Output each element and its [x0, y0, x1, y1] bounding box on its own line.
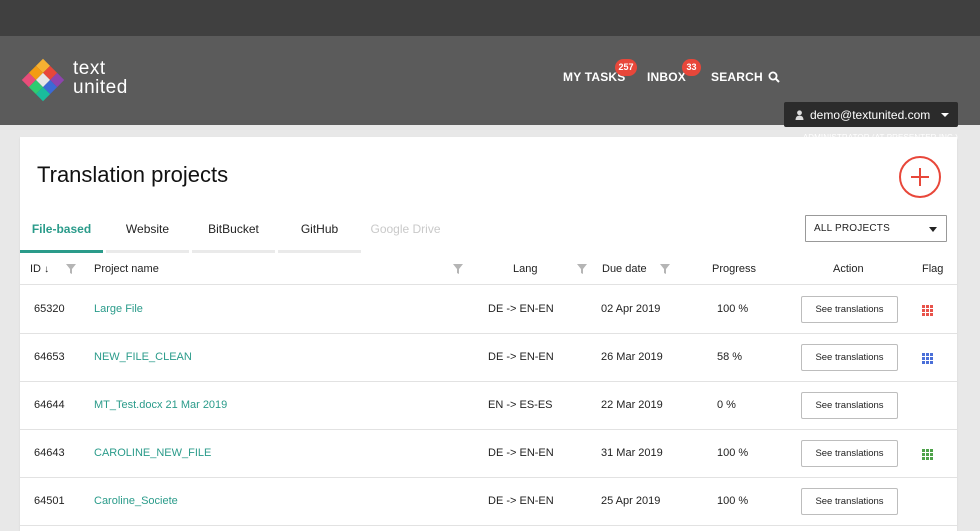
project-due-date: 22 Mar 2019: [601, 399, 663, 411]
flag-grid-icon[interactable]: [922, 449, 933, 460]
project-progress: 0 %: [717, 399, 736, 411]
header-progress: Progress: [712, 263, 757, 275]
header-action: Action: [833, 263, 864, 275]
tab-bitbucket[interactable]: BitBucket: [192, 221, 275, 253]
project-progress: 100 %: [717, 447, 749, 459]
project-id: 64643: [34, 447, 65, 459]
project-lang: DE -> EN-EN: [488, 447, 554, 459]
textunited-logo-icon[interactable]: [20, 57, 66, 103]
inbox-count-badge: 33: [682, 59, 701, 76]
search-icon: [768, 71, 780, 83]
projects-card: Translation projects File-based Website …: [20, 137, 957, 531]
page-title: Translation projects: [37, 162, 229, 187]
project-id: 64644: [34, 399, 65, 411]
chevron-down-icon: [941, 113, 949, 117]
nav-search[interactable]: SEARCH: [711, 70, 780, 84]
flag-grid-icon[interactable]: [922, 353, 933, 364]
see-translations-button[interactable]: See translations: [801, 392, 898, 419]
see-translations-button[interactable]: See translations: [801, 440, 898, 467]
project-lang: DE -> EN-EN: [488, 303, 554, 315]
project-id: 64501: [34, 495, 65, 507]
header-flag: Flag: [922, 263, 944, 275]
tab-file-based[interactable]: File-based: [20, 221, 103, 253]
chevron-down-icon: [929, 227, 937, 232]
see-translations-button[interactable]: See translations: [801, 344, 898, 371]
project-due-date: 31 Mar 2019: [601, 447, 663, 459]
table-row: 65320 Large File DE -> EN-EN 02 Apr 2019 100…: [20, 286, 957, 334]
project-progress: 58 %: [717, 351, 743, 363]
filter-funnel-icon[interactable]: [660, 264, 670, 274]
tab-label: Google Drive: [370, 222, 441, 236]
tab-label: GitHub: [300, 222, 339, 236]
header-id[interactable]: ID ↓: [30, 263, 49, 275]
user-icon: [795, 109, 804, 120]
project-filter-value: ALL PROJECTS: [814, 223, 890, 234]
see-translations-button[interactable]: See translations: [801, 296, 898, 323]
app-header: text united MY TASKS INBOX SEARCH demo@t…: [0, 36, 980, 142]
project-due-date: 25 Apr 2019: [601, 495, 661, 507]
project-name-link[interactable]: MT_Test.docx 21 Mar 2019: [94, 399, 227, 411]
brand-wordmark[interactable]: text united: [73, 59, 128, 97]
tab-website[interactable]: Website: [106, 221, 189, 253]
table-header: ID ↓ Project name Lang Due date Progress…: [20, 253, 957, 285]
tab-label: File-based: [31, 222, 92, 236]
project-name-link[interactable]: Caroline_Societe: [94, 495, 178, 507]
project-id: 64653: [34, 351, 65, 363]
project-name-link[interactable]: Large File: [94, 303, 143, 315]
table-row: 64644 MT_Test.docx 21 Mar 2019 EN -> ES-ES…: [20, 382, 957, 430]
user-email: demo@textunited.com: [810, 107, 931, 122]
brand-line-1: text: [73, 58, 106, 79]
project-lang: DE -> EN-EN: [488, 351, 554, 363]
brand-line-2: united: [73, 77, 128, 98]
project-progress: 100 %: [717, 495, 749, 507]
tasks-count-badge: 257: [615, 59, 637, 76]
tab-google-drive: Google Drive: [364, 221, 447, 253]
tab-label: Website: [125, 222, 170, 236]
nav-inbox[interactable]: INBOX: [647, 70, 686, 84]
flag-grid-icon[interactable]: [922, 305, 933, 316]
filter-funnel-icon[interactable]: [66, 264, 76, 274]
see-translations-button[interactable]: See translations: [801, 488, 898, 515]
table-row: 64501 Caroline_Societe DE -> EN-EN 25 Apr 2…: [20, 478, 957, 526]
tab-github[interactable]: GitHub: [278, 221, 361, 253]
nav-search-label: SEARCH: [711, 70, 763, 84]
project-name-link[interactable]: CAROLINE_NEW_FILE: [94, 447, 211, 459]
header-due-date[interactable]: Due date: [602, 263, 647, 275]
project-due-date: 02 Apr 2019: [601, 303, 661, 315]
header-id-label: ID: [30, 263, 41, 275]
table-row: 64643 CAROLINE_NEW_FILE DE -> EN-EN 31 Mar …: [20, 430, 957, 478]
header-lang[interactable]: Lang: [513, 263, 537, 275]
filter-funnel-icon[interactable]: [577, 264, 587, 274]
project-name-link[interactable]: NEW_FILE_CLEAN: [94, 351, 192, 363]
browser-top-strip: [0, 0, 980, 36]
header-project-name[interactable]: Project name: [94, 263, 159, 275]
tab-label: BitBucket: [208, 222, 259, 236]
filter-funnel-icon[interactable]: [453, 264, 463, 274]
project-filter-select[interactable]: ALL PROJECTS: [805, 215, 947, 242]
project-progress: 100 %: [717, 303, 749, 315]
project-id: 65320: [34, 303, 65, 315]
project-due-date: 26 Mar 2019: [601, 351, 663, 363]
user-menu-button[interactable]: demo@textunited.com: [784, 102, 958, 127]
add-project-button[interactable]: [899, 156, 941, 198]
project-lang: DE -> EN-EN: [488, 495, 554, 507]
table-row: 64653 NEW_FILE_CLEAN DE -> EN-EN 26 Mar 201…: [20, 334, 957, 382]
project-lang: EN -> ES-ES: [488, 399, 553, 411]
sort-descending-icon: ↓: [44, 264, 50, 275]
